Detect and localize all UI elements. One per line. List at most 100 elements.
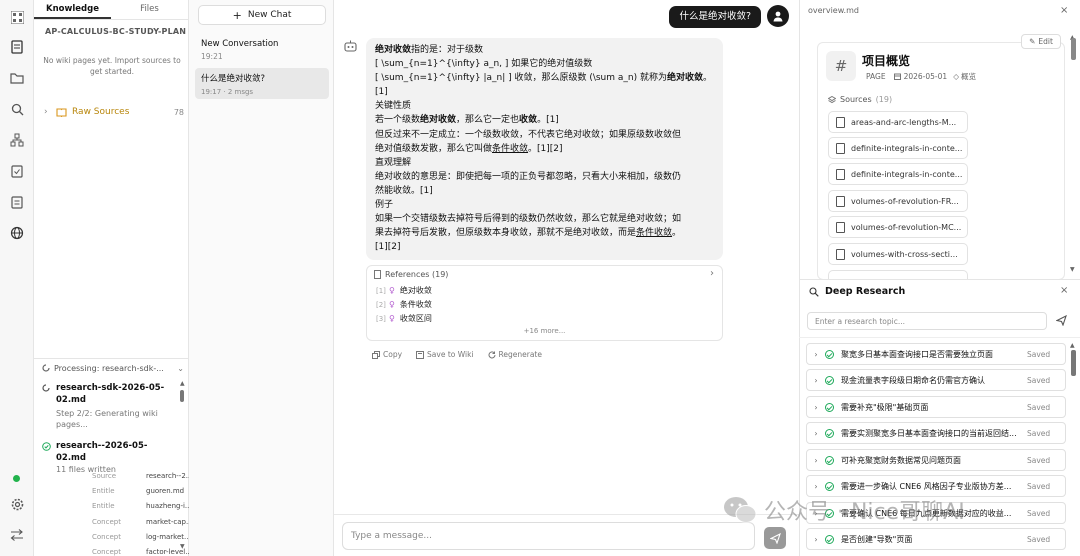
raw-sources-item[interactable]: › Raw Sources 78 [44,104,184,120]
file-row[interactable]: Concept market-cap... [92,518,204,526]
scrollbar[interactable]: ▲ [1070,342,1077,554]
references-card: References (19) › [1] ♀ 绝对收敛 [2] ♀ 条件收敛 [3] ♀… [366,265,723,341]
processing-header[interactable]: Processing: research-sdk-... ⌄ [42,362,184,374]
close-icon[interactable]: × [1060,5,1068,16]
message-input[interactable]: Type a message... [342,522,755,550]
file-icon [836,117,845,128]
chat-list-item[interactable]: New Conversation 19:21 [195,36,329,64]
assistant-message: 绝对收敛指的是：对于级数 [ \sum_{n=1}^{\infty} a_n, … [366,38,723,260]
document-icon[interactable] [8,38,26,56]
file-name: log-market... [146,533,191,541]
research-item[interactable]: › 需要进一步确认 CNE6 风格因子专业版协方差... Saved [806,475,1066,497]
more-references-link[interactable]: +16 more... [367,327,722,335]
source-chip[interactable]: definite-integrals-in-conte... [828,163,968,185]
research-item[interactable]: › 是否创建"导数"页面 Saved [806,528,1066,550]
file-name: huazheng-i... [146,502,192,510]
copy-label: Copy [383,350,403,359]
research-item-title: 需要进一步确认 CNE6 风格因子专业版协方差... [841,481,1012,491]
source-name: volumes-with-cross-secti... [851,249,958,259]
close-icon[interactable]: × [1060,285,1068,296]
chat-title: 什么是绝对收敛? [201,74,266,84]
source-chip[interactable]: definite-integrals-in-conte... [828,137,968,159]
chevron-right-icon: › [814,375,818,385]
check-circle-icon [825,455,834,465]
check-circle-icon [825,375,834,385]
new-chat-button[interactable]: + New Chat [198,5,326,25]
settings-gear-icon[interactable] [8,495,26,513]
user-message-bubble: 什么是绝对收敛? [669,6,761,28]
research-item[interactable]: › 可补充聚宽财务数据常见问题页面 Saved [806,449,1066,471]
source-name: definite-integrals-in-conte... [851,169,963,179]
regenerate-button[interactable]: Regenerate [488,350,542,359]
file-row[interactable]: Concept log-market... [92,533,204,541]
file-name: research--2... [146,472,193,480]
app-logo-icon[interactable] [8,8,26,26]
page-type: PAGE [866,72,886,81]
job-title: research--2026-05-02.md [56,441,148,463]
file-row[interactable]: Entitle guoren.md [92,487,204,495]
file-row[interactable]: Entitle huazheng-i... [92,502,204,510]
page-meta: PAGE 2026-05-01 ◇ 概览 [866,71,976,82]
file-icon [836,222,845,233]
source-chip[interactable]: areas-and-arc-lengths-M... [828,111,968,133]
research-item-title: 聚宽多日基本面查询接口是否需要独立页面 [841,349,993,359]
save-to-wiki-button[interactable]: Save to Wiki [416,350,474,359]
references-header[interactable]: References (19) [374,270,448,279]
knowledge-tabs: Knowledge Files [34,0,188,20]
job-research[interactable]: research--2026-05-02.md 11 files written [42,440,177,475]
answer-line: 但反过来不一定成立：一个级数收敛，不代表它绝对收敛；如果原级数收敛但 [375,129,682,140]
source-name: volumes-of-revolution-FR... [851,196,959,206]
source-chip[interactable]: volumes-of-revolution-FR... [828,190,968,212]
reference-item[interactable]: [1] ♀ 绝对收敛 [376,284,432,298]
page-date: 2026-05-01 [903,72,948,81]
copy-button[interactable]: Copy [372,350,402,359]
graph-icon[interactable] [8,131,26,149]
swap-arrows-icon[interactable] [8,526,26,544]
send-button[interactable] [764,527,786,549]
ref-title: 收敛区间 [399,314,432,323]
send-icon[interactable] [1056,315,1067,326]
ref-title: 条件收敛 [399,300,432,309]
answer-line: [ \sum_{n=1}^{\infty} a_n, ] 如果它的绝对值级数 [375,59,593,70]
layers-icon [828,95,836,104]
clipboard-check-icon[interactable] [8,162,26,180]
reference-item[interactable]: [2] ♀ 条件收敛 [376,298,432,312]
source-chip[interactable]: volumes-with-cross-secti... [828,243,968,265]
icon-rail [0,0,34,556]
check-circle-icon [825,402,834,412]
research-item[interactable]: › 聚宽多日基本面查询接口是否需要独立页面 Saved [806,343,1066,365]
tab-knowledge[interactable]: Knowledge [34,0,111,19]
raw-sources-count: 78 [173,107,184,117]
file-row[interactable]: Source research--2... [92,472,204,480]
research-item[interactable]: › 需要实测聚宽多日基本面查询接口的当前返回结... Saved [806,422,1066,444]
answer-line: 绝对值级数发散，那么它叫做条件收敛。[1][2] [375,143,563,154]
save-label: Save to Wiki [427,350,474,359]
research-item[interactable]: › 需要补充"极限"基础页面 Saved [806,396,1066,418]
clipboard-list-icon[interactable] [8,193,26,211]
check-circle-icon [825,349,834,359]
search-icon[interactable] [8,100,26,118]
research-item[interactable]: › 现金流量表字段级日期命名仍需官方确认 Saved [806,369,1066,391]
regenerate-label: Regenerate [498,350,542,359]
globe-icon[interactable] [8,224,26,242]
scrollbar[interactable]: ▲ ▼ [1070,34,1077,274]
tab-files[interactable]: Files [111,0,188,19]
job-status: Step 2/2: Generating wiki pages... [56,409,158,429]
answer-heading: 例子 [375,200,394,211]
edit-button[interactable]: ✎ Edit [1021,34,1061,49]
source-chip[interactable]: volumes-of-revolution-MC... [828,216,968,238]
reference-item[interactable]: [3] ♀ 收敛区间 [376,312,432,326]
answer-line: 果去掉符号后发散，但原级数本身收敛，那就不是绝对收敛，而是条件收敛。 [375,228,682,239]
research-item-title: 需要补充"极限"基础页面 [841,402,929,412]
file-row[interactable]: Concept factor-level... [92,548,204,556]
ref-number: [3] [376,315,386,323]
chevron-right-icon[interactable]: › [710,268,714,279]
chat-list-item-active[interactable]: 什么是绝对收敛? 19:17 · 2 msgs [195,68,329,99]
research-topic-input[interactable]: Enter a research topic... [807,312,1047,330]
save-icon [416,350,425,359]
research-item[interactable]: › 需要确认 CNE6 每日九点更新数据对应的收益... Saved [806,502,1066,524]
research-placeholder: Enter a research topic... [815,317,905,326]
folder-icon[interactable] [8,69,26,87]
answer-line: 若一个级数绝对收敛，那么它一定也收敛。[1] [375,115,559,126]
job-research-sdk[interactable]: research-sdk-2026-05-02.md Step 2/2: Gen… [42,382,177,430]
